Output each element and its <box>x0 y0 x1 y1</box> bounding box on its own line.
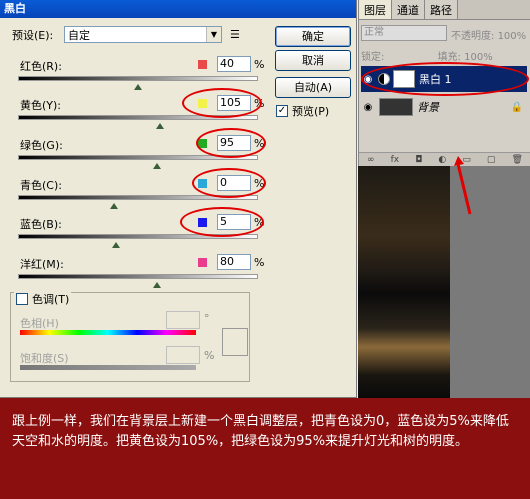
slider-thumb[interactable] <box>110 203 118 209</box>
slider-label: 绿色(G): <box>20 139 63 152</box>
slider-thumb[interactable] <box>134 84 142 90</box>
lock-row: 锁定: 填充: 100% <box>361 48 493 63</box>
tone-label: 色调(T) <box>32 293 70 306</box>
lock-label: 锁定: <box>361 52 385 63</box>
cancel-button[interactable]: 取消 <box>275 50 351 71</box>
lock-icon: 🔒 <box>510 101 523 113</box>
slider-label: 洋红(M): <box>20 258 64 271</box>
slider-track[interactable] <box>18 76 258 81</box>
slider-thumb[interactable] <box>155 123 164 129</box>
ok-button[interactable]: 确定 <box>275 26 351 47</box>
blend-mode-select[interactable]: 正常 <box>361 25 447 41</box>
highlight-ring-cyan <box>192 168 266 198</box>
preview-label: 预览(P) <box>292 105 330 118</box>
fx-icon[interactable]: fx <box>391 155 400 165</box>
layers-panel: 图层 通道 路径 正常 不透明度: 100% 锁定: 填充: 100% ◉ 黑白… <box>358 0 530 166</box>
slider-track[interactable] <box>18 274 258 279</box>
tab-channels[interactable]: 通道 <box>392 0 425 19</box>
slider-label: 青色(C): <box>20 179 62 192</box>
tone-checkbox[interactable] <box>16 293 28 305</box>
preset-select[interactable]: 自定 ▼ <box>64 26 222 43</box>
opacity-label: 不透明度: <box>451 31 495 42</box>
hue-label: 色相(H) <box>20 317 59 330</box>
percent-unit: % <box>254 58 265 71</box>
auto-button[interactable]: 自动(A) <box>275 77 351 98</box>
value-input[interactable]: 80 <box>217 254 251 270</box>
preset-value: 自定 <box>68 28 90 42</box>
highlight-ring-yellow <box>182 88 262 118</box>
eye-icon[interactable]: ◉ <box>361 102 375 113</box>
tutorial-caption: 跟上例一样，我们在背景层上新建一个黑白调整层，把青色设为0，蓝色设为5%来降低天… <box>0 398 530 499</box>
tab-paths[interactable]: 路径 <box>425 0 458 19</box>
preset-label: 预设(E): <box>12 28 54 42</box>
layer-row-background[interactable]: ◉ 背景 🔒 <box>361 94 527 120</box>
screenshot: 黑白 预设(E): 自定 ▼ ☰ 确定 取消 自动(A) ✓ 预览(P) 红色(… <box>0 0 530 499</box>
mask-icon[interactable]: ◘ <box>415 155 422 165</box>
opacity-value[interactable]: 100% <box>498 31 527 42</box>
value-input[interactable]: 40 <box>217 56 251 72</box>
hue-input[interactable] <box>166 311 200 329</box>
tone-header[interactable]: 色调(T) <box>14 291 72 307</box>
chevron-down-icon[interactable]: ▼ <box>206 27 221 42</box>
hue-slider-track[interactable] <box>20 330 196 335</box>
slider-label: 黄色(Y): <box>20 99 62 112</box>
link-icon[interactable]: ∞ <box>367 155 375 165</box>
slider-thumb[interactable] <box>112 242 121 248</box>
trash-icon[interactable]: 🗑 <box>512 155 523 165</box>
preview-checkbox-row[interactable]: ✓ 预览(P) <box>276 103 329 119</box>
slider-thumb[interactable] <box>153 282 162 288</box>
highlight-ring-layer <box>361 62 529 96</box>
fill-value[interactable]: 100% <box>464 52 493 63</box>
highlight-ring-green <box>196 128 266 158</box>
layer-name: 背景 <box>417 101 439 114</box>
preset-menu-icon[interactable]: ☰ <box>230 28 240 41</box>
layers-toolbar: ∞ fx ◘ ◐ ▭ ▢ 🗑 <box>359 152 530 166</box>
percent-unit: % <box>254 256 265 269</box>
slider-label: 红色(R): <box>20 60 62 73</box>
slider-thumb[interactable] <box>153 163 162 169</box>
dialog-title: 黑白 <box>0 0 356 18</box>
panel-tabs: 图层 通道 路径 <box>359 0 530 20</box>
saturation-unit: % <box>204 349 215 362</box>
adjustment-icon[interactable]: ◐ <box>438 155 446 165</box>
degree-unit: ° <box>204 312 210 325</box>
highlight-ring-blue <box>180 207 264 237</box>
saturation-slider-track[interactable] <box>20 365 196 370</box>
tab-layers[interactable]: 图层 <box>359 0 392 19</box>
saturation-input[interactable] <box>166 346 200 364</box>
layer-thumbnail <box>379 98 413 116</box>
opacity-row: 不透明度: 100% <box>451 27 526 42</box>
color-swatch <box>198 258 207 267</box>
tone-color-swatch[interactable] <box>222 328 248 356</box>
new-layer-icon[interactable]: ▢ <box>487 155 496 165</box>
preset-row: 预设(E): 自定 ▼ ☰ <box>12 26 240 43</box>
slider-label: 蓝色(B): <box>20 218 62 231</box>
black-white-dialog: 黑白 预设(E): 自定 ▼ ☰ 确定 取消 自动(A) ✓ 预览(P) 红色(… <box>0 0 357 398</box>
color-swatch <box>198 60 207 69</box>
annotation-arrow-icon <box>454 156 472 215</box>
saturation-label: 饱和度(S) <box>20 352 69 365</box>
preview-checkbox[interactable]: ✓ <box>276 105 288 117</box>
